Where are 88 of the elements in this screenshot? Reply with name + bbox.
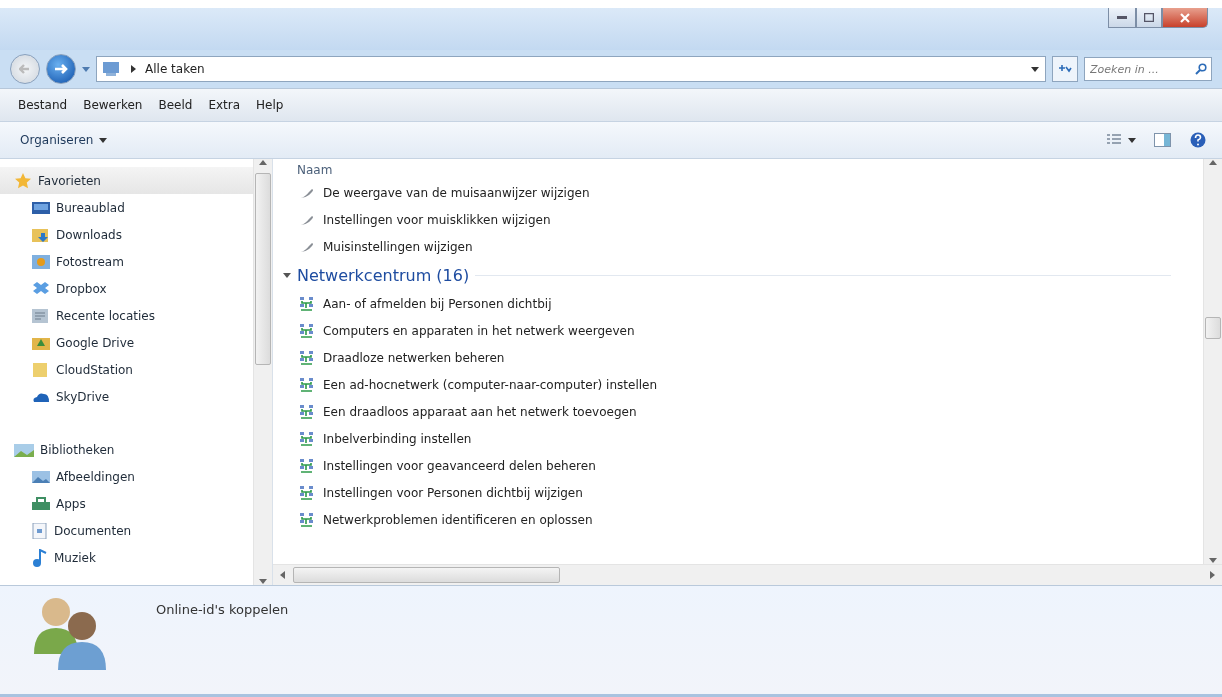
task-item[interactable]: Aan- of afmelden bij Personen dichtbij xyxy=(295,290,1203,317)
monitor-icon xyxy=(32,200,50,215)
right-arrow-icon xyxy=(54,63,68,75)
task-item[interactable]: Muisinstellingen wijzigen xyxy=(295,233,1203,260)
close-icon xyxy=(1180,12,1190,23)
address-bar[interactable]: Alle taken xyxy=(96,56,1046,82)
scroll-right-icon xyxy=(1208,571,1216,579)
sidebar-item[interactable]: Apps xyxy=(0,490,253,517)
network-icon xyxy=(299,349,315,366)
network-icon xyxy=(299,511,315,528)
sidebar-item[interactable]: Bureaublad xyxy=(0,194,253,221)
sidebar-item[interactable]: Documenten xyxy=(0,517,253,544)
scrollbar-thumb[interactable] xyxy=(1205,317,1221,339)
network-icon xyxy=(299,403,315,420)
menu-item[interactable]: Extra xyxy=(202,96,247,114)
task-item[interactable]: Een ad-hocnetwerk (computer-naar-computer) instellen xyxy=(295,371,1203,398)
column-header[interactable]: Naam xyxy=(295,163,1203,179)
sidebar-item[interactable]: Dropbox xyxy=(0,275,253,302)
scroll-left-icon xyxy=(279,571,287,579)
breadcrumb-arrow-icon xyxy=(129,65,137,73)
menu-item[interactable]: Help xyxy=(250,96,290,114)
network-icon xyxy=(299,430,315,447)
back-button[interactable] xyxy=(10,54,40,84)
music-note-icon xyxy=(32,548,48,567)
cloud-icon xyxy=(32,390,50,403)
sidebar-item[interactable]: Fotostream xyxy=(0,248,253,275)
task-item[interactable]: Computers en apparaten in het netwerk weergeven xyxy=(295,317,1203,344)
left-arrow-icon xyxy=(19,63,31,75)
help-button[interactable] xyxy=(1190,132,1206,148)
scrollbar-thumb[interactable] xyxy=(255,173,271,365)
history-dropdown-icon xyxy=(82,65,90,73)
photo-folder-icon xyxy=(32,253,50,270)
group-header[interactable]: Netwerkcentrum (16) xyxy=(283,260,1191,290)
pictures-icon xyxy=(32,469,50,484)
task-item[interactable]: Netwerkproblemen identificeren en oplossen xyxy=(295,506,1203,533)
network-icon xyxy=(299,322,315,339)
sidebar-item[interactable]: Muziek xyxy=(0,544,253,571)
task-item[interactable]: Instellingen voor Personen dichtbij wijzigen xyxy=(295,479,1203,506)
search-field[interactable]: Zoeken in ... xyxy=(1084,57,1212,81)
toolbox-icon xyxy=(32,496,50,511)
organize-button[interactable]: Organiseren xyxy=(16,131,112,149)
menu-item[interactable]: Bewerken xyxy=(77,96,149,114)
task-item[interactable]: Draadloze netwerken beheren xyxy=(295,344,1203,371)
task-item[interactable]: Een draadloos apparaat aan het netwerk toevoegen xyxy=(295,398,1203,425)
minimize-icon xyxy=(1117,15,1127,20)
maximize-button[interactable] xyxy=(1136,8,1162,28)
search-icon xyxy=(1195,63,1207,75)
view-options-button[interactable] xyxy=(1106,134,1136,146)
sidebar-item[interactable]: Downloads xyxy=(0,221,253,248)
caret-icon xyxy=(99,136,108,144)
minimize-button[interactable] xyxy=(1108,8,1136,28)
refresh-button[interactable] xyxy=(1052,56,1078,82)
scrollbar[interactable] xyxy=(253,159,272,585)
task-item[interactable]: De weergave van de muisaanwijzer wijzigen xyxy=(295,179,1203,206)
task-item[interactable]: Inbelverbinding instellen xyxy=(295,425,1203,452)
dropdown-icon xyxy=(1031,65,1039,73)
task-item[interactable]: Instellingen voor geavanceerd delen beheren xyxy=(295,452,1203,479)
folder-icon xyxy=(32,361,50,378)
horizontal-scrollbar[interactable] xyxy=(273,564,1222,585)
scrollbar[interactable] xyxy=(1203,159,1222,564)
preview-pane-button[interactable] xyxy=(1154,132,1172,148)
address-path: Alle taken xyxy=(145,62,206,76)
sidebar-item[interactable]: Google Drive xyxy=(0,329,253,356)
collapse-icon xyxy=(283,271,291,279)
menu-item[interactable]: Bestand xyxy=(12,96,74,114)
details-title: Online-id's koppelen xyxy=(156,601,289,619)
recent-places-icon xyxy=(32,307,50,324)
network-icon xyxy=(299,376,315,393)
sidebar-item[interactable]: Afbeeldingen xyxy=(0,463,253,490)
forward-button[interactable] xyxy=(46,54,76,84)
sidebar-item[interactable]: Recente locaties xyxy=(0,302,253,329)
maximize-icon xyxy=(1144,13,1154,22)
task-item[interactable]: Instellingen voor muisklikken wijzigen xyxy=(295,206,1203,233)
sidebar-item[interactable]: CloudStation xyxy=(0,356,253,383)
menu-item[interactable]: Beeld xyxy=(152,96,199,114)
scrollbar-thumb[interactable] xyxy=(293,567,560,583)
document-icon xyxy=(32,522,48,539)
sidebar-item[interactable]: Bibliotheken xyxy=(0,436,253,463)
caret-icon xyxy=(1128,136,1136,144)
network-icon xyxy=(299,295,315,312)
library-icon xyxy=(14,441,34,458)
close-button[interactable] xyxy=(1162,8,1208,28)
star-icon xyxy=(14,171,32,190)
folder-icon xyxy=(32,226,50,243)
network-icon xyxy=(299,484,315,501)
sidebar-item[interactable]: SkyDrive xyxy=(0,383,253,410)
sidebar-item[interactable]: Favorieten xyxy=(0,167,253,194)
network-icon xyxy=(299,457,315,474)
